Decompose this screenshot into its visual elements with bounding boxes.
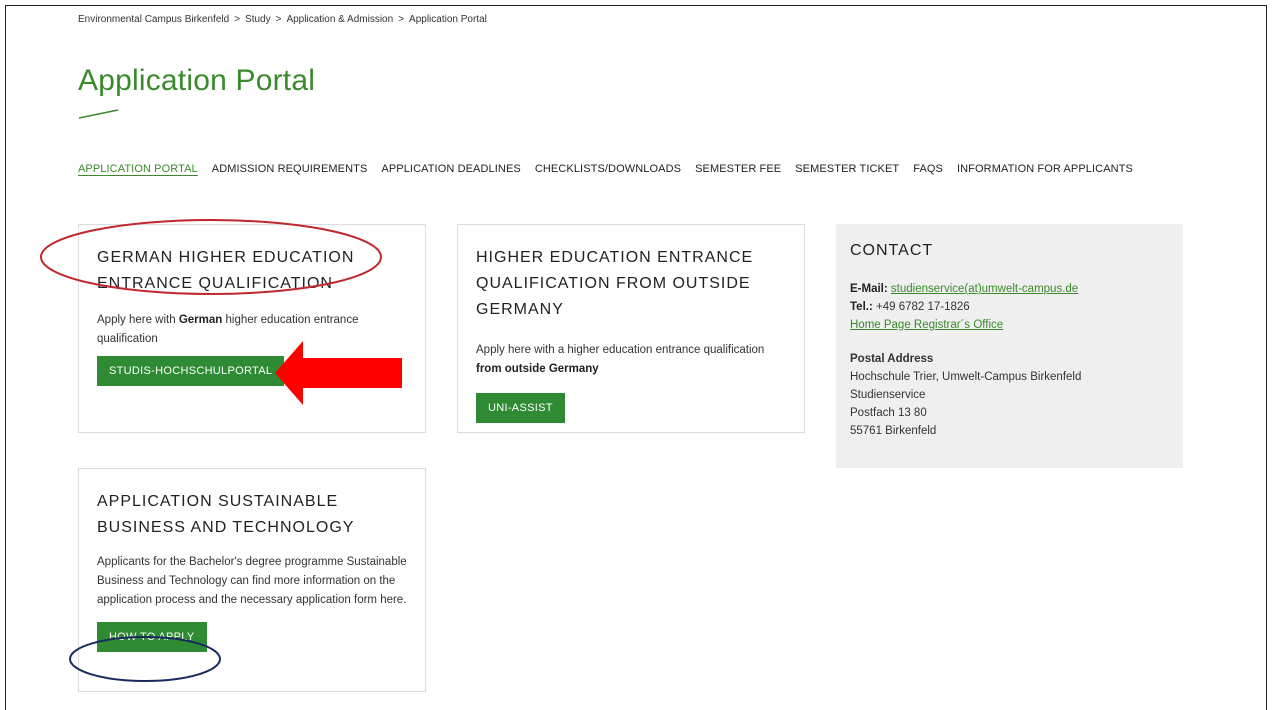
contact-title: CONTACT (850, 242, 934, 259)
subnav-semester-ticket[interactable]: SEMESTER TICKET (795, 163, 899, 175)
postal-address-heading: Postal Address (850, 353, 934, 365)
uni-assist-button[interactable]: UNI-ASSIST (476, 393, 565, 423)
card-sustainable-business: APPLICATION SUSTAINABLE BUSINESS AND TECH… (78, 468, 426, 692)
breadcrumb: Environmental Campus Birkenfeld > Study > Ap… (78, 14, 487, 25)
subnav-checklists-downloads[interactable]: CHECKLISTS/DOWNLOADS (535, 163, 681, 175)
studis-hochschulportal-button[interactable]: STUDIS-HOCHSCHULPORTAL (97, 356, 285, 386)
how-to-apply-button[interactable]: HOW TO APPLY (97, 622, 207, 652)
breadcrumb-item-current: Application Portal (409, 14, 487, 25)
card-description: Apply here with German higher education … (97, 314, 359, 345)
breadcrumb-item-study[interactable]: Study (245, 14, 271, 25)
postal-line: Postfach 13 80 (850, 407, 927, 419)
card-german-qualification: GERMAN HIGHER EDUCATION ENTRANCE QUALIFIC… (78, 224, 426, 433)
contact-email-row: E-Mail: studienservice(at)umwelt-campus.… (850, 283, 1079, 295)
title-accent-line (78, 109, 119, 119)
postal-line: 55761 Birkenfeld (850, 425, 937, 437)
contact-email-link[interactable]: studienservice(at)umwelt-campus.de (891, 283, 1078, 295)
subnav-faqs[interactable]: FAQS (913, 163, 943, 175)
contact-box: CONTACT E-Mail: studienservice(at)umwelt… (836, 224, 1183, 468)
subnav-admission-requirements[interactable]: ADMISSION REQUIREMENTS (212, 163, 368, 175)
subnav-application-deadlines[interactable]: APPLICATION DEADLINES (381, 163, 520, 175)
card-title: GERMAN HIGHER EDUCATION ENTRANCE QUALIFIC… (97, 249, 355, 292)
subnav-information-for-applicants[interactable]: INFORMATION FOR APPLICANTS (957, 163, 1133, 175)
contact-tel-row: Tel.: +49 6782 17-1826 (850, 301, 970, 313)
subnav-semester-fee[interactable]: SEMESTER FEE (695, 163, 781, 175)
breadcrumb-item-application-admission[interactable]: Application & Admission (286, 14, 393, 25)
section-subnav: APPLICATION PORTAL ADMISSION REQUIREMENT… (78, 163, 1147, 175)
contact-home-row: Home Page Registrar´s Office (850, 316, 1169, 334)
card-title: HIGHER EDUCATION ENTRANCE QUALIFICATION F… (476, 249, 754, 318)
page-title: Application Portal (78, 64, 316, 97)
breadcrumb-separator: > (275, 14, 282, 25)
breadcrumb-separator: > (234, 14, 241, 25)
card-description: Applicants for the Bachelor's degree pro… (97, 556, 407, 606)
postal-line: Studienservice (850, 389, 926, 401)
card-description: Apply here with a higher education entra… (476, 344, 765, 375)
card-foreign-qualification: HIGHER EDUCATION ENTRANCE QUALIFICATION F… (457, 224, 805, 433)
card-title: APPLICATION SUSTAINABLE BUSINESS AND TECH… (97, 493, 355, 536)
registrar-home-link[interactable]: Home Page Registrar´s Office (850, 319, 1003, 331)
breadcrumb-item-campus[interactable]: Environmental Campus Birkenfeld (78, 14, 229, 25)
breadcrumb-separator: > (398, 14, 405, 25)
subnav-application-portal[interactable]: APPLICATION PORTAL (78, 163, 198, 175)
postal-line: Hochschule Trier, Umwelt-Campus Birkenfe… (850, 371, 1082, 383)
